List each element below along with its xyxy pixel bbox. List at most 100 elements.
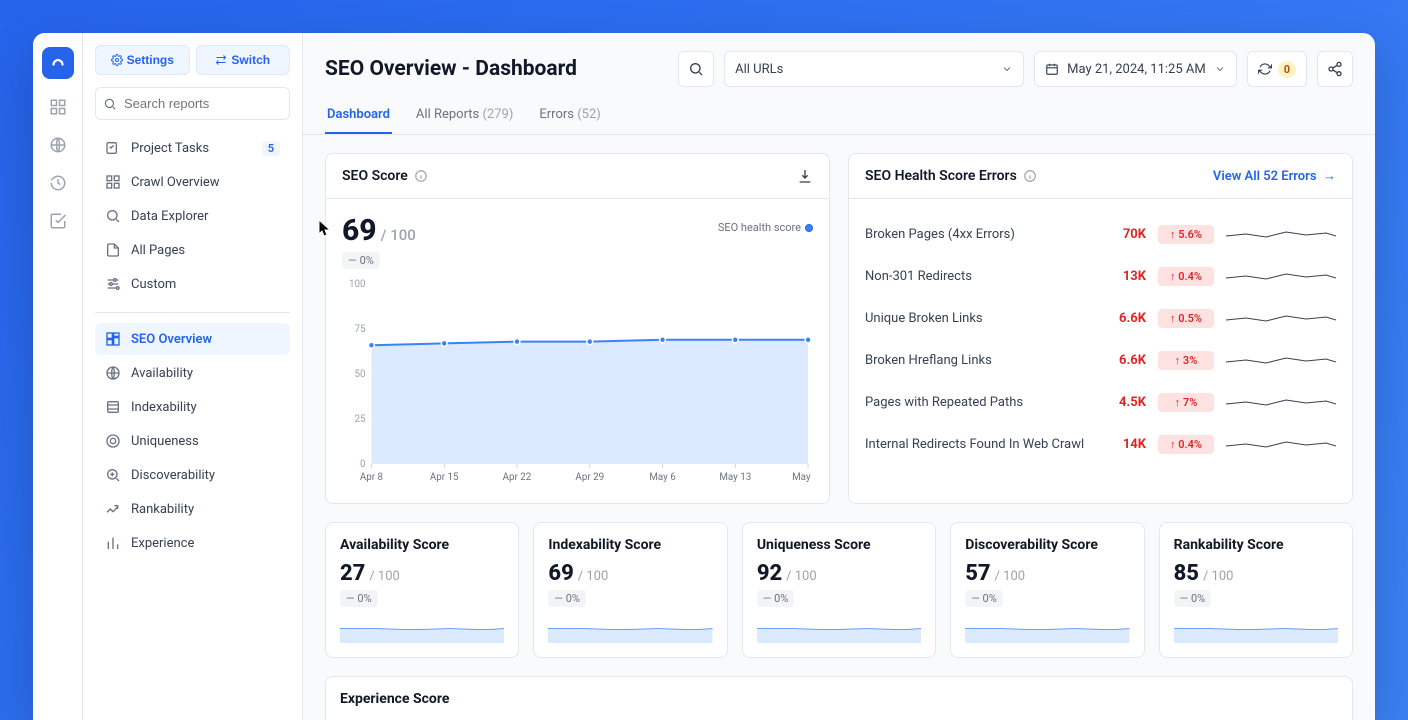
svg-text:Apr 15: Apr 15 xyxy=(430,472,459,483)
sparkline xyxy=(1226,308,1336,328)
page-title: SEO Overview - Dashboard xyxy=(325,57,577,81)
refresh-badge: 0 xyxy=(1278,61,1296,78)
seo-score-delta: — 0% xyxy=(342,252,380,269)
error-row[interactable]: Pages with Repeated Paths4.5K↑ 7% xyxy=(865,381,1336,423)
gear-icon xyxy=(111,54,123,66)
url-filter-dropdown[interactable]: All URLs xyxy=(724,51,1024,87)
search-button[interactable] xyxy=(678,51,714,87)
seo-score-value: 69 xyxy=(342,213,377,248)
info-icon[interactable] xyxy=(1023,169,1037,183)
sidebar-item-indexability[interactable]: Indexability xyxy=(95,391,290,423)
score-card-discoverability-score[interactable]: Discoverability Score57 / 100— 0% xyxy=(950,522,1144,658)
switch-icon xyxy=(215,54,227,66)
svg-text:75: 75 xyxy=(355,324,366,335)
search-input[interactable] xyxy=(95,87,290,120)
sidebar-item-project-tasks[interactable]: Project Tasks5 xyxy=(95,132,290,164)
score-card-indexability-score[interactable]: Indexability Score69 / 100— 0% xyxy=(533,522,727,658)
sliders-icon xyxy=(105,276,121,292)
share-button[interactable] xyxy=(1317,51,1353,87)
sparkline xyxy=(965,615,1129,643)
refresh-icon xyxy=(1258,62,1272,76)
sidebar-item-experience[interactable]: Experience xyxy=(95,527,290,559)
chart-legend: SEO health score xyxy=(718,221,813,234)
switch-button[interactable]: Switch xyxy=(196,45,291,75)
error-row[interactable]: Broken Hreflang Links6.6K↑ 3% xyxy=(865,339,1336,381)
sidebar-item-availability[interactable]: Availability xyxy=(95,357,290,389)
sidebar-item-discoverability[interactable]: Discoverability xyxy=(95,459,290,491)
sidebar-item-custom[interactable]: Custom xyxy=(95,268,290,300)
score-card-rankability-score[interactable]: Rankability Score85 / 100— 0% xyxy=(1159,522,1353,658)
sparkline xyxy=(1226,224,1336,244)
sparkline xyxy=(1226,266,1336,286)
header: SEO Overview - Dashboard All URLs May 21… xyxy=(303,33,1375,97)
tab-errors[interactable]: Errors (52) xyxy=(537,97,602,134)
switch-label: Switch xyxy=(231,53,270,67)
globe-icon[interactable] xyxy=(48,135,68,155)
chevron-down-icon xyxy=(1001,63,1013,75)
rank-icon xyxy=(105,501,121,517)
search-icon xyxy=(103,97,117,111)
svg-text:Apr 8: Apr 8 xyxy=(360,472,384,483)
magnify-icon xyxy=(105,208,121,224)
view-all-errors-link[interactable]: View All 52 Errors → xyxy=(1213,168,1336,184)
legend-label: SEO health score xyxy=(718,221,801,234)
app-logo[interactable] xyxy=(42,47,74,79)
main-area: SEO Overview - Dashboard All URLs May 21… xyxy=(303,33,1375,720)
errors-title: SEO Health Score Errors xyxy=(865,168,1017,184)
refresh-button[interactable]: 0 xyxy=(1247,51,1307,87)
sparkline xyxy=(1226,392,1336,412)
seo-score-title: SEO Score xyxy=(342,168,408,184)
sidebar: Settings Switch Project Tasks5Crawl Over… xyxy=(83,33,303,720)
experience-score-card: Experience Score xyxy=(325,676,1353,720)
sparkline xyxy=(1174,615,1338,643)
sidebar-item-seo-overview[interactable]: SEO Overview xyxy=(95,323,290,355)
sparkline xyxy=(1226,350,1336,370)
sidebar-item-uniqueness[interactable]: Uniqueness xyxy=(95,425,290,457)
tab-dashboard[interactable]: Dashboard xyxy=(325,97,392,134)
seo-score-max: / 100 xyxy=(381,226,416,244)
error-row[interactable]: Unique Broken Links6.6K↑ 0.5% xyxy=(865,297,1336,339)
sparkline xyxy=(757,615,921,643)
tasks-icon xyxy=(105,140,121,156)
svg-text:50: 50 xyxy=(355,369,366,380)
tab-all-reports[interactable]: All Reports (279) xyxy=(414,97,515,134)
legend-dot-icon xyxy=(805,224,813,232)
url-filter-label: All URLs xyxy=(735,62,783,77)
search-container xyxy=(95,87,290,120)
sparkline xyxy=(548,615,712,643)
unique-icon xyxy=(105,433,121,449)
download-icon[interactable] xyxy=(797,168,813,184)
sidebar-item-data-explorer[interactable]: Data Explorer xyxy=(95,200,290,232)
sidebar-item-crawl-overview[interactable]: Crawl Overview xyxy=(95,166,290,198)
content: SEO Score 69 / 100 xyxy=(303,135,1375,720)
discover-icon xyxy=(105,467,121,483)
history-icon[interactable] xyxy=(48,173,68,193)
settings-button[interactable]: Settings xyxy=(95,45,190,75)
svg-text:May 20: May 20 xyxy=(792,472,813,483)
svg-text:Apr 22: Apr 22 xyxy=(503,472,532,483)
calendar-icon xyxy=(1045,62,1059,76)
score-card-uniqueness-score[interactable]: Uniqueness Score92 / 100— 0% xyxy=(742,522,936,658)
sparkline xyxy=(340,615,504,643)
check-icon[interactable] xyxy=(48,211,68,231)
svg-text:0: 0 xyxy=(360,459,366,470)
dashboard-icon xyxy=(105,331,121,347)
score-card-availability-score[interactable]: Availability Score27 / 100— 0% xyxy=(325,522,519,658)
grid-icon xyxy=(105,174,121,190)
date-dropdown[interactable]: May 21, 2024, 11:25 AM xyxy=(1034,51,1237,87)
error-row[interactable]: Broken Pages (4xx Errors)70K↑ 5.6% xyxy=(865,213,1336,255)
errors-panel: SEO Health Score Errors View All 52 Erro… xyxy=(848,153,1353,504)
chevron-down-icon xyxy=(1214,63,1226,75)
nav-badge: 5 xyxy=(262,141,280,156)
svg-text:Apr 29: Apr 29 xyxy=(575,472,604,483)
error-row[interactable]: Non-301 Redirects13K↑ 0.4% xyxy=(865,255,1336,297)
sidebar-item-rankability[interactable]: Rankability xyxy=(95,493,290,525)
error-row[interactable]: Internal Redirects Found In Web Crawl14K… xyxy=(865,423,1336,465)
info-icon[interactable] xyxy=(414,169,428,183)
settings-label: Settings xyxy=(127,53,174,67)
page-icon xyxy=(105,242,121,258)
apps-icon[interactable] xyxy=(48,97,68,117)
index-icon xyxy=(105,399,121,415)
score-cards-row: Availability Score27 / 100— 0%Indexabili… xyxy=(325,522,1353,658)
sidebar-item-all-pages[interactable]: All Pages xyxy=(95,234,290,266)
